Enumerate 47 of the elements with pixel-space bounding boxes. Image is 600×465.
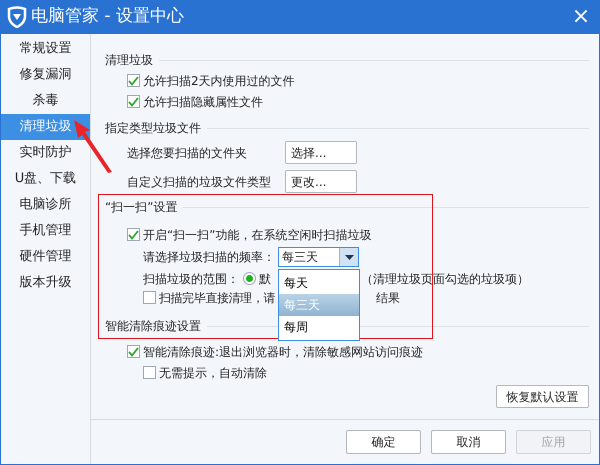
sidebar-item[interactable]: 硬件管理	[1, 244, 90, 270]
restore-defaults-button[interactable]: 恢复默认设置	[496, 385, 589, 408]
checkbox-label: 允许扫描2天内使用过的文件	[143, 72, 295, 90]
checkbox[interactable]	[143, 291, 156, 304]
checkbox-label: 开启“扫一扫”功能，在系统空闲时扫描垃圾	[143, 226, 372, 244]
sidebar-item[interactable]: 版本升级	[1, 270, 90, 296]
dropdown-option[interactable]: 每天	[279, 272, 359, 294]
checkbox[interactable]	[127, 345, 140, 358]
row-label: 选择您要扫描的文件夹	[127, 144, 248, 162]
section-title: 清理垃圾	[105, 52, 153, 69]
sidebar-item[interactable]: 实时防护	[1, 140, 90, 166]
checkbox-label: 结果	[376, 290, 400, 306]
sidebar-item[interactable]: 修复漏洞	[1, 62, 90, 88]
checkbox-label: 允许扫描隐藏属性文件	[143, 94, 263, 110]
check-icon	[128, 76, 139, 86]
radio-button[interactable]	[243, 272, 256, 285]
section-title: 智能清除痕迹设置	[105, 318, 201, 335]
radio-label: 默	[259, 270, 271, 288]
sidebar-item[interactable]: 常规设置	[1, 36, 90, 62]
sidebar-item[interactable]: U盘、下载	[1, 166, 90, 192]
browse-button[interactable]: 更改...	[285, 170, 357, 193]
shield-logo-icon	[6, 6, 28, 28]
sidebar-item[interactable]: 电脑诊所	[1, 192, 90, 218]
scope-label: 扫描垃圾的范围：	[143, 270, 240, 288]
checkbox[interactable]	[143, 366, 156, 379]
section-title: “扫一扫”设置	[105, 199, 178, 216]
checkbox[interactable]	[127, 228, 140, 241]
dropdown-option[interactable]: 每周	[279, 316, 359, 338]
frequency-label: 请选择垃圾扫描的频率：	[143, 249, 276, 266]
check-icon	[128, 230, 139, 240]
check-icon	[128, 96, 139, 106]
sidebar-item[interactable]: 杀毒	[1, 88, 90, 114]
checkbox-label: 无需提示，自动清除	[159, 364, 267, 382]
checkbox-label: 扫描完毕直接清理，请	[159, 290, 276, 306]
browse-button[interactable]: 选择...	[285, 141, 357, 164]
row-label: 自定义扫描的垃圾文件类型	[127, 174, 272, 190]
window-title: 电脑管家 - 设置中心	[31, 5, 184, 28]
frequency-select[interactable]: 每三天	[278, 247, 359, 267]
sidebar-item[interactable]: 手机管理	[1, 218, 90, 244]
check-icon	[128, 346, 139, 356]
checkbox-label: 智能清除痕迹:退出浏览器时，清除敏感网站访问痕迹	[143, 344, 424, 360]
checkbox[interactable]	[127, 74, 140, 87]
section-title: 指定类型垃圾文件	[105, 120, 201, 137]
dialog-button[interactable]: 确定	[346, 430, 421, 454]
checkbox[interactable]	[127, 95, 140, 108]
dialog-button[interactable]: 取消	[431, 430, 506, 454]
close-button[interactable]: ×	[570, 6, 592, 28]
